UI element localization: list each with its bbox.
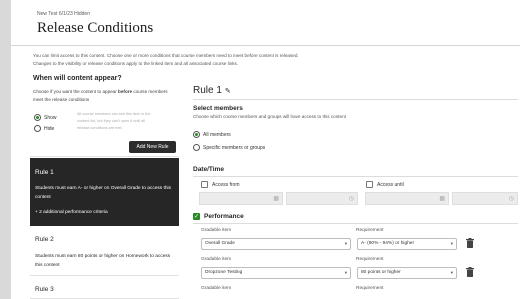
requirement-value: 80 points or higher xyxy=(361,270,401,275)
rule-name: Rule 1 xyxy=(35,169,54,176)
access-until-date-field[interactable]: ▦ xyxy=(365,192,449,205)
all-members-label: All members xyxy=(203,132,231,138)
access-from-label: Access from xyxy=(212,182,240,188)
hide-radio[interactable] xyxy=(34,125,41,132)
show-radio-label: Show xyxy=(44,115,57,121)
rule-name: Rule 2 xyxy=(35,236,54,243)
trash-icon[interactable] xyxy=(466,267,474,277)
rule-description: Students must earn A- or higher on Overa… xyxy=(35,186,171,200)
select-members-description: Choose which course members and groups w… xyxy=(193,114,346,119)
gradable-item-header: Gradable item xyxy=(201,228,232,233)
rule-editor: Rule 1 ✎ Select members Choose which cour… xyxy=(181,70,520,299)
calendar-icon: ▦ xyxy=(273,196,279,202)
pencil-icon[interactable]: ✎ xyxy=(225,88,231,95)
chevron-down-icon: ▾ xyxy=(450,241,453,246)
content-subtitle: New Test 6/1/23 Hidden xyxy=(37,11,90,17)
release-conditions-panel: New Test 6/1/23 Hidden Release Condition… xyxy=(11,0,520,299)
chevron-down-icon: ▾ xyxy=(344,270,347,275)
when-description: Choose if you want the content to appear… xyxy=(33,88,176,104)
divider xyxy=(193,176,518,177)
clock-icon: ◷ xyxy=(348,196,354,202)
select-members-title: Select members xyxy=(193,105,243,112)
gradable-item-header: Gradable item xyxy=(201,286,232,291)
requirement-header: Requirement xyxy=(356,286,384,291)
divider xyxy=(193,223,518,224)
divider xyxy=(193,99,518,100)
intro-line-1: You can limit access to this content. Ch… xyxy=(33,53,299,58)
rule-title: Rule 1 ✎ xyxy=(193,85,231,96)
when-desc-prefix: Choose if you want the content to appear xyxy=(33,89,119,94)
trash-icon[interactable] xyxy=(466,238,474,248)
gradable-item-value: Overall Grade xyxy=(205,241,235,246)
access-from-time-field[interactable]: ◷ xyxy=(286,192,358,205)
calendar-icon: ▦ xyxy=(439,196,445,202)
chevron-down-icon: ▾ xyxy=(450,270,453,275)
access-until-checkbox[interactable] xyxy=(366,181,373,188)
access-from-date-field[interactable]: ▦ xyxy=(199,192,283,205)
requirement-select[interactable]: 80 points or higher ▾ xyxy=(357,267,457,279)
datetime-title: Date/Time xyxy=(193,166,224,173)
rule-card-2[interactable]: Rule 2 Students must earn 80 points or h… xyxy=(30,226,179,276)
show-radio[interactable] xyxy=(34,114,41,121)
chevron-down-icon: ▾ xyxy=(344,241,347,246)
visibility-settings: When will content appear? Choose if you … xyxy=(30,70,179,157)
rule-card-3[interactable]: Rule 3 xyxy=(30,276,179,299)
requirement-value: A- (90% - 94%) or higher xyxy=(361,241,415,246)
panel-header: New Test 6/1/23 Hidden Release Condition… xyxy=(11,0,520,46)
rule-card-1[interactable]: Rule 1 Students must earn A- or higher o… xyxy=(30,158,179,226)
access-from-checkbox[interactable] xyxy=(201,181,208,188)
requirement-header: Requirement xyxy=(356,228,384,233)
gradable-item-select[interactable]: Dropzone Testing ▾ xyxy=(201,267,351,279)
specific-members-label: Specific members or groups xyxy=(203,145,266,151)
rule-title-text: Rule 1 xyxy=(193,85,222,96)
intro-text: You can limit access to this content. Ch… xyxy=(33,52,513,68)
rules-sidebar: When will content appear? Choose if you … xyxy=(30,70,179,299)
show-note: All course members can see this item in … xyxy=(77,112,151,130)
gradable-item-select[interactable]: Overall Grade ▾ xyxy=(201,238,351,250)
when-desc-bold: before xyxy=(118,89,133,94)
when-title: When will content appear? xyxy=(33,75,122,82)
gradable-item-value: Dropzone Testing xyxy=(205,270,243,275)
background-strip xyxy=(0,0,11,299)
page-title: Release Conditions xyxy=(37,20,154,36)
requirement-select[interactable]: A- (90% - 94%) or higher ▾ xyxy=(357,238,457,250)
intro-line-2: Changes to the visibility or release con… xyxy=(33,61,239,66)
all-members-radio[interactable] xyxy=(193,131,200,138)
access-until-time-field[interactable]: ◷ xyxy=(452,192,518,205)
hide-radio-label: Hide xyxy=(44,126,55,132)
add-new-rule-button[interactable]: Add New Rule xyxy=(129,141,176,153)
rule-name: Rule 3 xyxy=(35,286,54,293)
rule-extra-criteria: + 2 additional performance criteria xyxy=(35,210,108,215)
requirement-header: Requirement xyxy=(356,257,384,262)
gradable-item-header: Gradable item xyxy=(201,257,232,262)
clock-icon: ◷ xyxy=(508,196,514,202)
rule-description: Students must earn 80 points or higher o… xyxy=(35,254,171,268)
specific-members-radio[interactable] xyxy=(193,144,200,151)
performance-checkbox[interactable]: ✓ xyxy=(193,213,200,220)
access-until-label: Access until xyxy=(377,182,404,188)
performance-title: Performance xyxy=(204,213,244,220)
